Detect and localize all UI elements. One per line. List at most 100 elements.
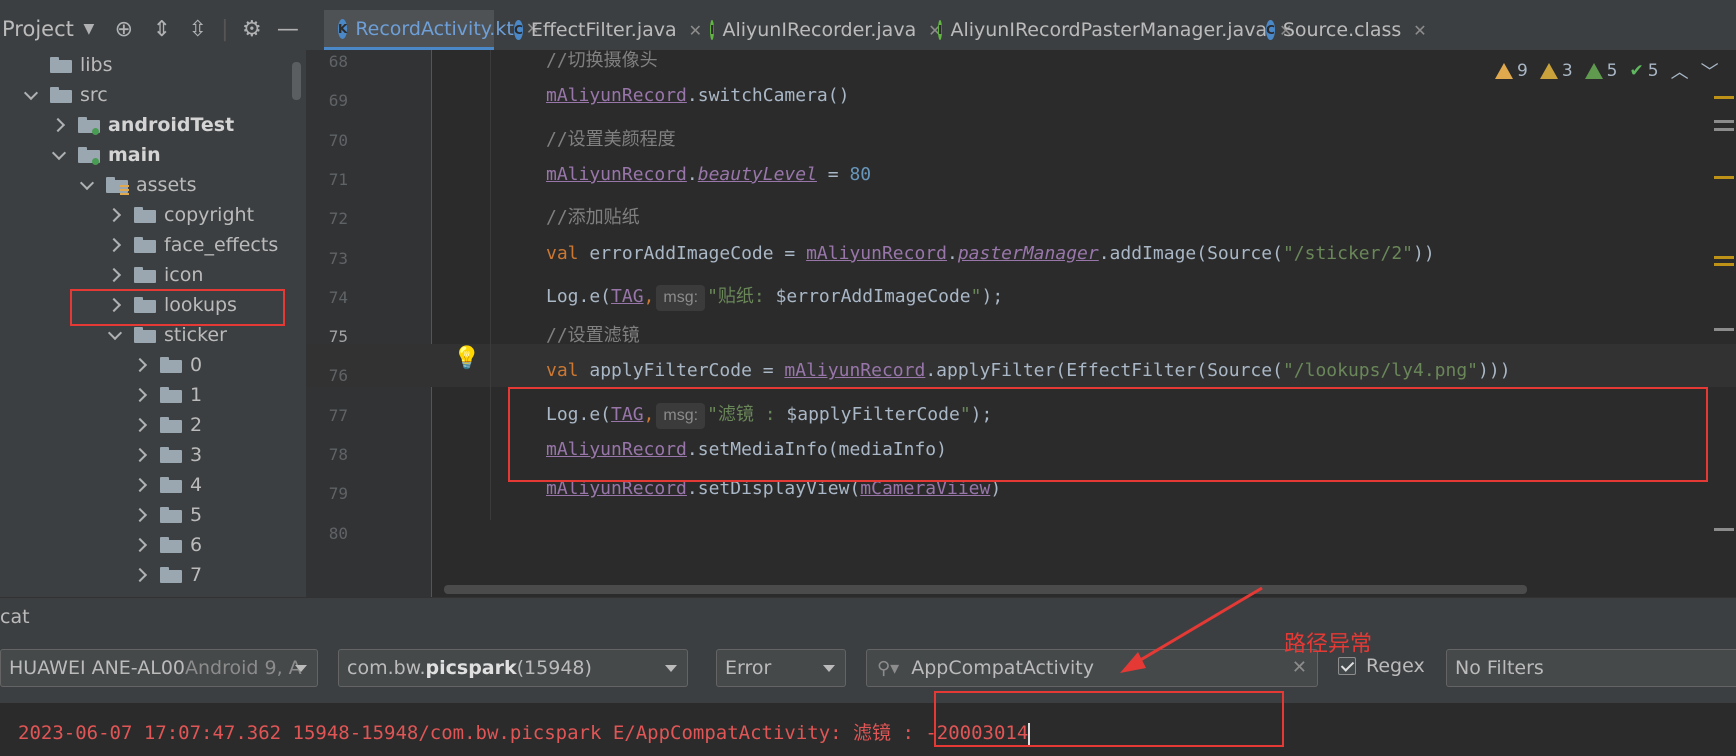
tree-item-4[interactable]: 4 bbox=[132, 470, 202, 500]
tree-item-src[interactable]: src bbox=[22, 80, 108, 110]
chevron-right-icon[interactable] bbox=[132, 506, 150, 524]
code-token: "/lookups/ly4.png" bbox=[1282, 360, 1479, 382]
expand-all-icon[interactable]: ⇕ bbox=[144, 9, 180, 49]
filter-selector[interactable]: No Filters bbox=[1446, 649, 1736, 687]
locate-icon[interactable]: ⊕ bbox=[104, 9, 144, 49]
chevron-down-icon[interactable] bbox=[50, 146, 68, 164]
tree-item-7[interactable]: 7 bbox=[132, 560, 202, 590]
stripe-marker[interactable] bbox=[1714, 328, 1734, 331]
tree-item-label: 7 bbox=[190, 564, 203, 586]
tree-item-6[interactable]: 6 bbox=[132, 530, 202, 560]
tree-item-main[interactable]: main bbox=[50, 140, 161, 170]
chevron-down-icon[interactable] bbox=[22, 86, 40, 104]
chevron-down-icon[interactable] bbox=[78, 176, 96, 194]
chevron-right-icon[interactable] bbox=[132, 566, 150, 584]
code-token: errorAddImageCode = bbox=[578, 242, 807, 264]
gear-icon[interactable]: ⚙ bbox=[234, 9, 270, 49]
tree-item-2[interactable]: 2 bbox=[132, 410, 202, 440]
folder-icon bbox=[134, 207, 156, 223]
inspection-widget[interactable]: 9 3 5 ✔ 5 ︿ ﹀ bbox=[1495, 58, 1731, 84]
process-selector[interactable]: com.bw. picspark (15948) bbox=[338, 649, 688, 687]
code-token: //设置滤镜 bbox=[546, 325, 640, 347]
stripe-marker[interactable] bbox=[1714, 528, 1734, 531]
tree-item-face-effects[interactable]: face_effects bbox=[106, 230, 278, 260]
chevron-down-icon[interactable]: ▼ bbox=[74, 9, 104, 49]
code-line-70[interactable]: //设置美颜程度 bbox=[546, 125, 676, 151]
tree-item-5[interactable]: 5 bbox=[132, 500, 202, 530]
folder-icon bbox=[160, 567, 182, 583]
stripe-marker[interactable] bbox=[1714, 128, 1734, 131]
chevron-right-icon[interactable] bbox=[132, 356, 150, 374]
chevron-right-icon[interactable] bbox=[132, 416, 150, 434]
tab-label: Source.class bbox=[1282, 19, 1402, 41]
logcat-output[interactable]: 2023-06-07 17:07:47.362 15948-15948/com.… bbox=[0, 691, 1736, 756]
code-token: mAliyunRecord bbox=[546, 85, 687, 107]
previous-highlight-icon[interactable]: ︿ bbox=[1671, 58, 1689, 84]
regex-checkbox[interactable]: Regex bbox=[1338, 655, 1425, 677]
highlight-box-lookups bbox=[70, 289, 285, 326]
tree-item-1[interactable]: 1 bbox=[132, 380, 202, 410]
chevron-right-icon[interactable] bbox=[132, 476, 150, 494]
horizontal-scrollbar[interactable] bbox=[444, 585, 1527, 594]
code-line-73[interactable]: val errorAddImageCode = mAliyunRecord.pa… bbox=[546, 243, 1435, 264]
tab-effectfilter-java[interactable]: C EffectFilter.java ✕ bbox=[500, 10, 702, 50]
tree-item-assets[interactable]: assets bbox=[78, 170, 196, 200]
code-token: pasterManager bbox=[957, 242, 1099, 264]
tree-item-libs[interactable]: libs bbox=[22, 50, 113, 80]
code-line-69[interactable]: mAliyunRecord.switchCamera() bbox=[546, 85, 849, 106]
warning-count[interactable]: 3 bbox=[1539, 61, 1573, 81]
error-count[interactable]: 9 bbox=[1495, 61, 1528, 81]
code-line-68[interactable]: //切换摄像头 bbox=[546, 46, 658, 72]
code-token: ); bbox=[981, 285, 1004, 307]
tree-item-androidtest[interactable]: androidTest bbox=[50, 110, 234, 140]
tree-item-label: 4 bbox=[190, 474, 203, 496]
stripe-marker[interactable] bbox=[1714, 263, 1734, 266]
code-line-75[interactable]: //设置滤镜 bbox=[546, 321, 640, 347]
tree-item-0[interactable]: 0 bbox=[132, 350, 202, 380]
log-level-selector[interactable]: Error bbox=[716, 649, 846, 687]
warning-icon bbox=[1539, 63, 1558, 79]
code-line-76[interactable]: val applyFilterCode = mAliyunRecord.appl… bbox=[546, 360, 1511, 381]
code-line-72[interactable]: //添加贴纸 bbox=[546, 203, 640, 229]
tree-item-3[interactable]: 3 bbox=[132, 440, 202, 470]
line-number: 78 bbox=[328, 445, 348, 464]
sidebar-scrollbar[interactable] bbox=[292, 62, 301, 100]
highlight-box-code bbox=[508, 387, 1708, 482]
device-selector[interactable]: HUAWEI ANE-AL00 Android 9, A bbox=[0, 649, 318, 687]
lightbulb-icon[interactable]: 💡 bbox=[453, 346, 480, 371]
error-stripe[interactable] bbox=[1712, 58, 1736, 588]
stripe-marker[interactable] bbox=[1714, 120, 1734, 123]
stripe-marker[interactable] bbox=[1714, 176, 1734, 179]
chevron-right-icon[interactable] bbox=[132, 536, 150, 554]
stripe-marker[interactable] bbox=[1714, 96, 1734, 99]
line-number: 74 bbox=[328, 287, 348, 307]
tab-aliyunirecorder-java[interactable]: I AliyunIRecorder.java ✕ bbox=[696, 10, 942, 50]
tab-source-class[interactable]: C Source.class ✕ bbox=[1252, 10, 1427, 50]
chevron-right-icon[interactable] bbox=[106, 266, 124, 284]
chevron-right-icon[interactable] bbox=[50, 116, 68, 134]
tree-item-label: 1 bbox=[190, 384, 203, 406]
code-token: TAG bbox=[611, 285, 644, 307]
tree-item-icon[interactable]: icon bbox=[106, 260, 203, 290]
tree-item-copyright[interactable]: copyright bbox=[106, 200, 254, 230]
logcat-search-field[interactable]: ⚲▾ AppCompatActivity ✕ bbox=[866, 649, 1318, 687]
typo-count[interactable]: ✔ 5 bbox=[1629, 61, 1658, 81]
chevron-right-icon[interactable] bbox=[106, 206, 124, 224]
chevron-right-icon[interactable] bbox=[106, 236, 124, 254]
tab-recordactivity-kt[interactable]: K RecordActivity.kt ✕ bbox=[324, 10, 539, 50]
search-input[interactable]: AppCompatActivity bbox=[911, 657, 1094, 679]
stripe-marker[interactable] bbox=[1714, 256, 1734, 259]
checkbox-checked-icon[interactable] bbox=[1338, 657, 1356, 675]
close-icon[interactable]: ✕ bbox=[1413, 21, 1426, 40]
project-view-selector[interactable]: Project bbox=[2, 17, 74, 41]
chevron-down-icon[interactable] bbox=[106, 326, 124, 344]
minimize-icon[interactable]: — bbox=[270, 9, 306, 49]
tab-aliyunirecordpastermanager-java[interactable]: I AliyunIRecordPasterManager.java ✕ bbox=[924, 10, 1293, 50]
weak-warning-count[interactable]: 5 bbox=[1584, 61, 1617, 81]
chevron-right-icon[interactable] bbox=[132, 446, 150, 464]
chevron-right-icon[interactable] bbox=[132, 386, 150, 404]
code-line-74[interactable]: Log.e(TAG, msg: "贴纸: $errorAddImageCode"); bbox=[546, 282, 1003, 311]
code-line-71[interactable]: mAliyunRecord.beautyLevel = 80 bbox=[546, 164, 871, 185]
collapse-all-icon[interactable]: ⇳ bbox=[180, 9, 216, 49]
clear-icon[interactable]: ✕ bbox=[1292, 657, 1307, 678]
